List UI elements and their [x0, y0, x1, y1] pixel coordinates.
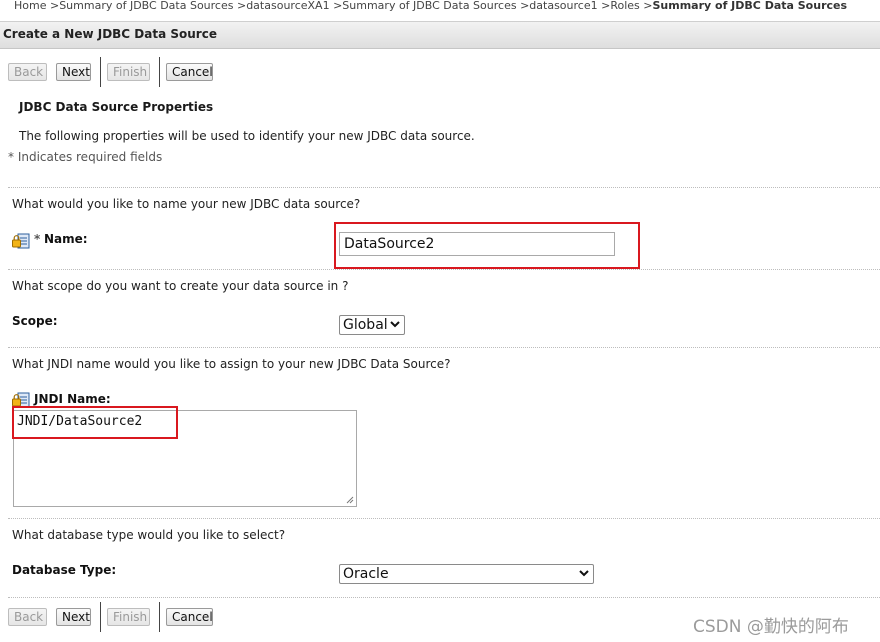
required-fields-note: * Indicates required fields: [8, 150, 163, 164]
breadcrumb-separator: >: [49, 0, 60, 12]
breadcrumb-separator: >: [520, 0, 530, 12]
breadcrumb-home[interactable]: Home: [14, 0, 46, 12]
scope-label: Scope:: [12, 314, 58, 328]
jndi-label: JNDI Name:: [34, 392, 111, 406]
db-type-selected-value: Oracle: [343, 566, 389, 582]
finish-button[interactable]: Finish: [107, 63, 150, 81]
next-button[interactable]: Next: [56, 63, 91, 81]
breadcrumb-current: Summary of JDBC Data Sources: [652, 0, 848, 12]
scope-select[interactable]: Global: [339, 315, 405, 335]
next-button[interactable]: Next: [56, 608, 91, 626]
jndi-question: What JNDI name would you like to assign …: [12, 357, 451, 371]
page-header: Create a New JDBC Data Source: [0, 21, 880, 49]
breadcrumb-item[interactable]: Summary of JDBC Data Sources: [59, 0, 233, 12]
divider: [159, 602, 160, 632]
cancel-button[interactable]: Cancel: [166, 63, 213, 81]
watermark: CSDN @勤快的阿布: [693, 617, 849, 637]
section-title: JDBC Data Source Properties: [19, 100, 214, 114]
scope-selected-value: Global: [343, 317, 388, 333]
resize-grip-icon[interactable]: [346, 496, 354, 504]
db-type-label: Database Type:: [12, 563, 117, 577]
breadcrumb-item[interactable]: Roles: [610, 0, 639, 12]
db-type-question: What database type would you like to sel…: [12, 528, 286, 542]
finish-button[interactable]: Finish: [107, 608, 150, 626]
scope-question: What scope do you want to create your da…: [12, 279, 349, 293]
divider: [8, 269, 880, 270]
highlight-box: [12, 406, 178, 439]
highlight-box: [334, 222, 640, 269]
chevron-down-icon: [579, 568, 589, 581]
back-button[interactable]: Back: [8, 608, 47, 626]
divider: [8, 518, 880, 519]
breadcrumb-separator: >: [236, 0, 247, 12]
divider: [8, 187, 880, 188]
divider: [100, 57, 101, 87]
page-title: Create a New JDBC Data Source: [3, 27, 217, 41]
divider: [8, 597, 880, 598]
lock-note-icon: [12, 233, 30, 249]
chevron-down-icon: [390, 319, 400, 332]
db-type-select[interactable]: Oracle: [339, 564, 594, 584]
breadcrumb-item[interactable]: Summary of JDBC Data Sources: [342, 0, 516, 12]
section-description: The following properties will be used to…: [19, 129, 475, 143]
name-label: Name:: [44, 232, 88, 246]
breadcrumb-separator: >: [333, 0, 343, 12]
back-button[interactable]: Back: [8, 63, 47, 81]
breadcrumb-separator: >: [601, 0, 611, 12]
breadcrumb: Home >Summary of JDBC Data Sources >data…: [14, 0, 847, 14]
cancel-button[interactable]: Cancel: [166, 608, 213, 626]
breadcrumb-item[interactable]: datasourceXA1: [246, 0, 329, 12]
required-mark: *: [34, 232, 41, 246]
divider: [8, 347, 880, 348]
divider: [159, 57, 160, 87]
divider: [100, 602, 101, 632]
name-question: What would you like to name your new JDB…: [12, 197, 361, 211]
breadcrumb-item[interactable]: datasource1: [529, 0, 597, 12]
